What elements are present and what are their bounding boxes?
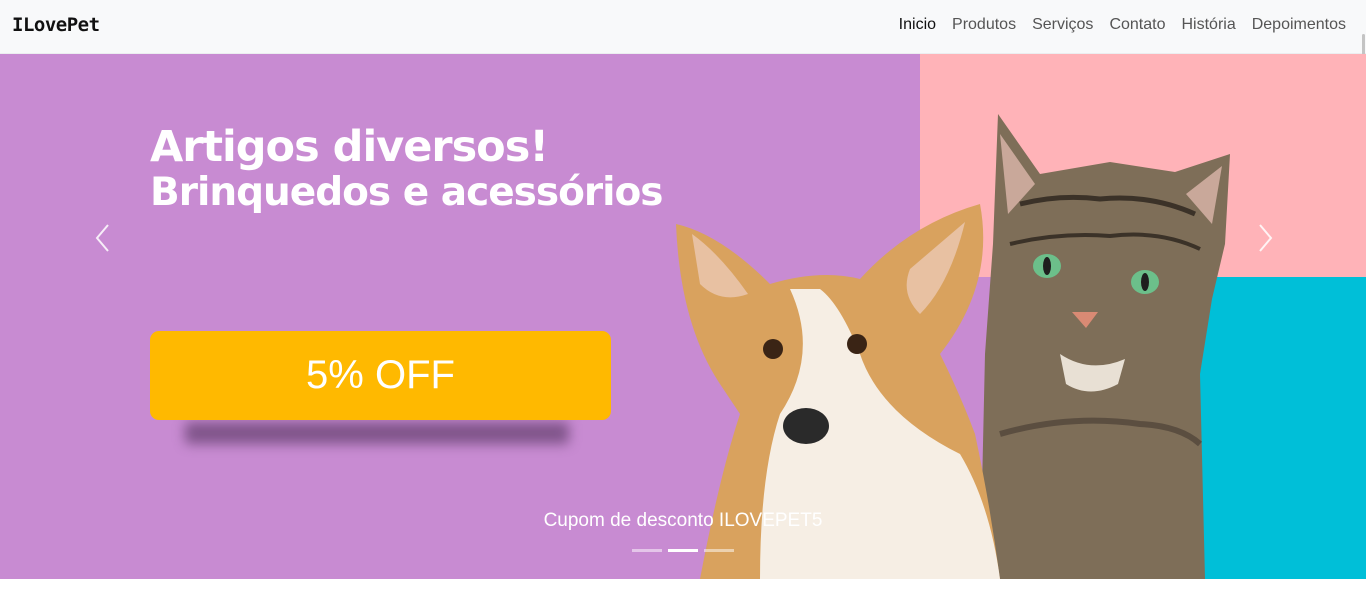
- navbar: ILovePet Inicio Produtos Serviços Contat…: [0, 0, 1366, 54]
- carousel-indicator-2[interactable]: [668, 549, 698, 552]
- nav-link-servicos[interactable]: Serviços: [1032, 16, 1093, 34]
- chevron-right-icon: [1259, 224, 1273, 252]
- carousel-next-control[interactable]: [1250, 219, 1280, 257]
- nav-link-contato[interactable]: Contato: [1109, 16, 1165, 34]
- nav-link-inicio[interactable]: Inicio: [899, 16, 936, 34]
- discount-offer-button[interactable]: 5% OFF: [150, 331, 611, 420]
- nav-link-produtos[interactable]: Produtos: [952, 16, 1016, 34]
- headline-line-2: Brinquedos e acessórios: [150, 170, 663, 215]
- button-shadow: [185, 422, 569, 444]
- nav-link-historia[interactable]: História: [1181, 16, 1235, 34]
- carousel-caption: Cupom de desconto ILOVEPET5: [543, 510, 823, 531]
- brand-logo[interactable]: ILovePet: [12, 14, 100, 36]
- chevron-left-icon: [95, 224, 109, 252]
- carousel-indicator-3[interactable]: [704, 549, 734, 552]
- carousel-prev-control[interactable]: [88, 219, 118, 257]
- carousel-indicator-1[interactable]: [632, 549, 662, 552]
- main-nav: Inicio Produtos Serviços Contato Históri…: [899, 16, 1346, 34]
- headline-line-1: Artigos diversos!: [150, 122, 549, 172]
- nav-link-depoimentos[interactable]: Depoimentos: [1252, 16, 1346, 34]
- hero-headline: Artigos diversos! Brinquedos e acessório…: [150, 126, 663, 215]
- hero-carousel: Artigos diversos! Brinquedos e acessório…: [0, 54, 1366, 579]
